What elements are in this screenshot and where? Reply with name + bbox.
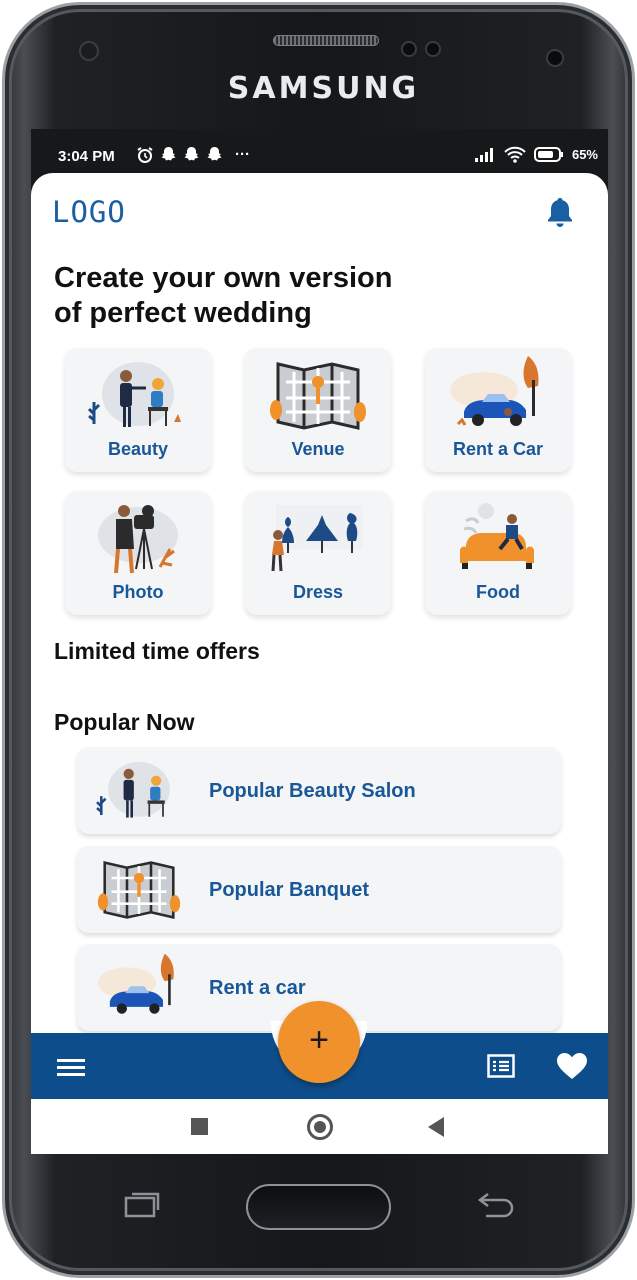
venue-map-illustration-icon xyxy=(97,860,181,920)
status-right: 65% xyxy=(474,146,598,163)
popular-card-label: Rent a car xyxy=(209,977,306,999)
menu-icon[interactable] xyxy=(57,1057,85,1077)
brand-logo: SAMSUNG xyxy=(227,71,420,106)
page-headline: Create your own version of perfect weddi… xyxy=(54,261,514,331)
limited-offers-title: Limited time offers xyxy=(54,638,260,664)
signal-icon xyxy=(474,147,493,162)
car-illustration-icon xyxy=(97,953,174,1014)
popular-card-label: Popular Beauty Salon xyxy=(209,780,416,802)
beauty-illustration-icon xyxy=(88,362,181,427)
headline-line-2: of perfect wedding xyxy=(54,297,312,329)
hardware-recents-icon[interactable] xyxy=(124,1192,160,1218)
photo-camera-illustration-icon xyxy=(98,505,178,574)
category-card-beauty[interactable]: Beauty xyxy=(65,348,211,472)
beauty-illustration-icon xyxy=(96,761,170,818)
snapchat-icon xyxy=(184,147,199,161)
dress-illustration-icon xyxy=(271,505,362,572)
category-label: Beauty xyxy=(107,439,169,459)
category-label: Rent a Car xyxy=(452,439,544,459)
heart-icon[interactable] xyxy=(556,1052,588,1080)
popular-card-label: Popular Banquet xyxy=(209,879,370,901)
app-logo: LOGO xyxy=(52,195,126,229)
status-bar: 3:04 PM ··· 65% xyxy=(31,129,608,173)
category-card-rent-a-car[interactable]: Rent a Car xyxy=(425,348,571,472)
more-notifications-icon: ··· xyxy=(235,146,250,163)
hardware-back-icon[interactable] xyxy=(476,1190,516,1220)
car-illustration-icon xyxy=(450,356,539,426)
snapchat-icon xyxy=(207,147,222,161)
sensor-dot xyxy=(79,41,99,61)
system-nav-bar xyxy=(31,1099,608,1154)
hardware-home-button[interactable] xyxy=(246,1184,391,1230)
popular-now-title: Popular Now xyxy=(54,709,195,735)
category-card-dress[interactable]: Dress xyxy=(245,491,391,615)
status-time: 3:04 PM xyxy=(58,148,115,165)
category-label: Photo xyxy=(112,582,164,602)
category-label: Dress xyxy=(292,582,344,602)
front-camera-icon xyxy=(401,41,417,57)
alarm-icon xyxy=(137,147,153,163)
food-sofa-illustration-icon xyxy=(460,503,534,569)
battery-percent: 65% xyxy=(571,147,598,162)
popular-card-banquet[interactable]: Popular Banquet xyxy=(77,846,561,933)
category-label: Food xyxy=(476,582,520,602)
recents-nav-icon[interactable] xyxy=(191,1118,208,1135)
list-icon[interactable] xyxy=(487,1054,515,1078)
bell-icon[interactable] xyxy=(543,195,577,229)
popular-card-beauty-salon[interactable]: Popular Beauty Salon xyxy=(77,747,561,834)
home-nav-icon[interactable] xyxy=(307,1114,333,1140)
category-card-food[interactable]: Food xyxy=(425,491,571,615)
proximity-sensor-icon xyxy=(546,49,564,67)
notification-icons: ··· xyxy=(136,146,250,164)
venue-map-illustration-icon xyxy=(270,362,366,430)
battery-icon xyxy=(533,147,563,162)
sensor-icon xyxy=(425,41,441,57)
category-card-venue[interactable]: Venue xyxy=(245,348,391,472)
back-nav-icon[interactable] xyxy=(428,1117,444,1137)
headline-line-1: Create your own version xyxy=(54,262,393,294)
earpiece-speaker xyxy=(273,35,379,46)
add-fab-button[interactable]: + xyxy=(278,1001,360,1083)
category-label: Venue xyxy=(291,439,345,459)
category-card-photo[interactable]: Photo xyxy=(65,491,211,615)
snapchat-icon xyxy=(161,147,176,161)
wifi-icon xyxy=(504,146,526,163)
screen: 3:04 PM ··· 65% LOGO Create your own ver… xyxy=(31,129,608,1154)
app-content: LOGO Create your own version of perfect … xyxy=(31,173,608,1033)
